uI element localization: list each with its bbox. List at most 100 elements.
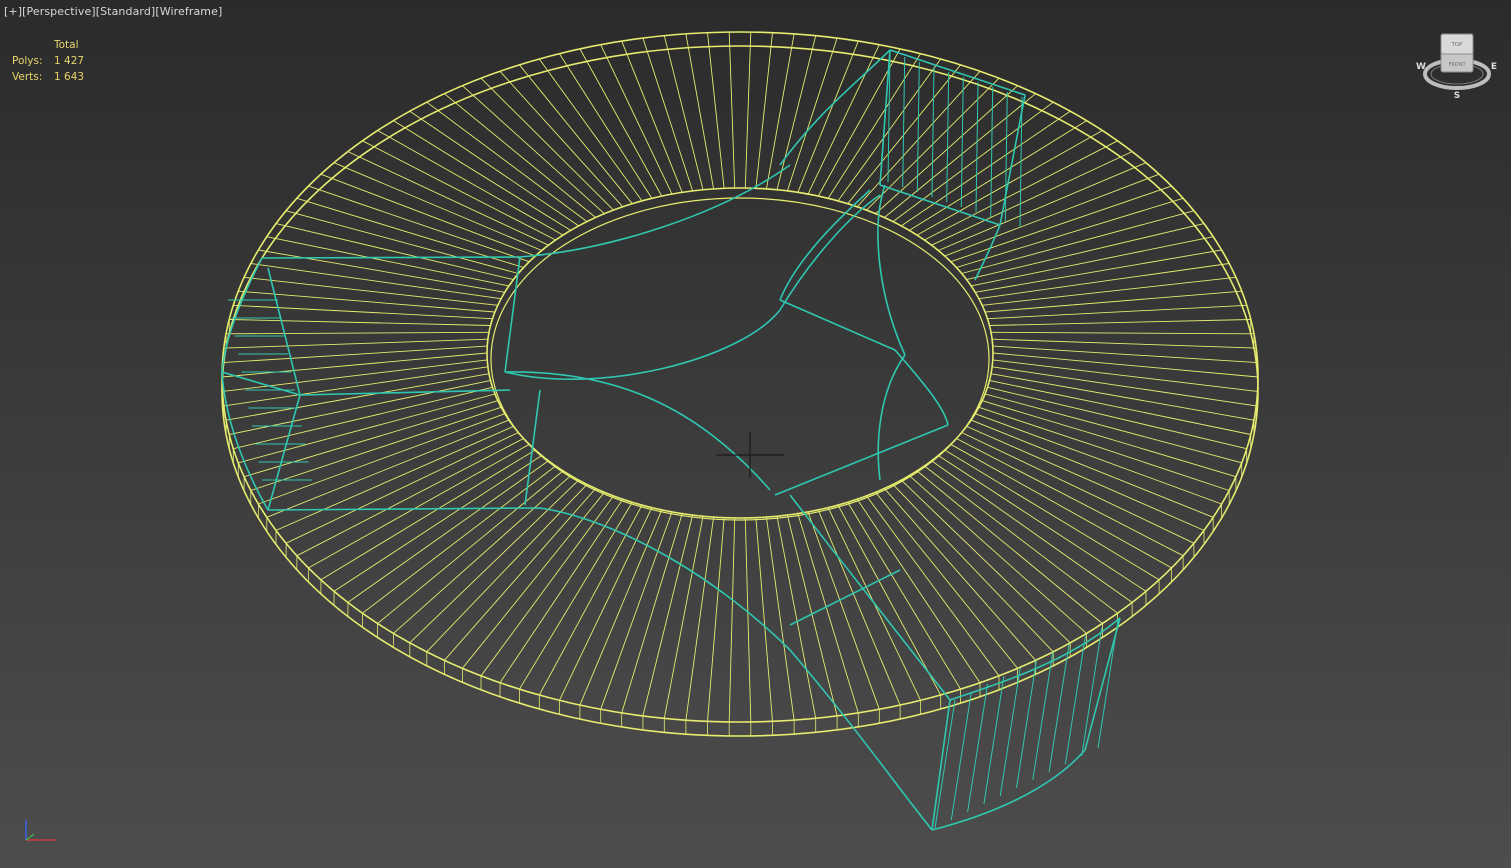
ring-segment-edge — [685, 33, 715, 189]
bench-edge — [889, 49, 1026, 96]
ring-segment-edge — [409, 479, 580, 644]
ring-segment-edge — [765, 517, 795, 721]
ring-segment-edge — [978, 263, 1230, 300]
axis-tripod-icon — [25, 820, 56, 841]
ring-segment-edge — [538, 58, 643, 202]
ring-wireframe[interactable] — [221, 31, 1259, 737]
ring-segment-edge — [956, 438, 1184, 557]
ring-segment-edge — [992, 345, 1258, 364]
bench-front-panel-edge — [1064, 635, 1086, 765]
ring-segment-edge — [744, 517, 752, 722]
ring-segment-edge — [978, 406, 1230, 491]
ring-segment-edge — [621, 513, 683, 714]
ring-segment-edge — [480, 495, 614, 677]
bench-back-panel-edge — [916, 61, 920, 193]
ring-segment-edge — [797, 40, 859, 193]
ring-segment-edge — [982, 400, 1237, 478]
bench-wireframe[interactable] — [221, 49, 1121, 831]
ring-segment-edge — [275, 425, 514, 531]
ring-segment-edge — [250, 263, 502, 300]
bench-edge — [789, 569, 901, 626]
ring-segment-edge — [519, 64, 633, 204]
bench-edge — [931, 749, 1086, 831]
bench-edge — [894, 349, 949, 426]
bench-front-panel-edge — [1081, 627, 1103, 757]
ring-segment-edge — [924, 465, 1118, 614]
ring-outer-top-edge — [221, 31, 1259, 723]
viewcube[interactable]: TOP FRONT W E S — [1414, 30, 1500, 102]
bench-edge — [774, 424, 949, 496]
ring-segment-edge — [663, 35, 704, 190]
ring-segment-edge — [243, 400, 498, 478]
bench-front-panel-edge — [934, 699, 956, 829]
bench-back-panel-edge — [902, 56, 906, 188]
bench-edge — [779, 49, 891, 166]
ring-segment-edge — [226, 373, 490, 421]
ring-segment-edge — [892, 484, 1054, 653]
ring-segment-edge — [916, 470, 1103, 624]
ring-segment-edge — [480, 77, 614, 211]
ring-segment-edge — [990, 373, 1254, 421]
compass-south[interactable]: S — [1454, 91, 1460, 101]
ring-segment-edge — [600, 511, 673, 710]
ring-segment-edge — [990, 331, 1254, 335]
compass-east[interactable]: E — [1491, 62, 1497, 72]
bench-front-panel-edge — [950, 691, 972, 821]
ring-segment-edge — [538, 504, 643, 696]
ring-inner-top-edge — [486, 187, 994, 519]
ring-segment-edge — [333, 162, 542, 251]
ring-segment-edge — [982, 276, 1236, 306]
ring-segment-edge — [333, 455, 542, 592]
ring-segment-edge — [663, 516, 704, 719]
ring-segment-edge — [961, 432, 1195, 544]
bench-edge — [504, 256, 521, 373]
ring-segment-edge — [938, 455, 1147, 592]
bench-back-panel-edge — [1004, 91, 1008, 223]
crosshair-cursor-icon — [716, 432, 784, 478]
ring-segment-edge — [642, 514, 694, 717]
ring-segment-edge — [499, 70, 624, 208]
ring-segment-edge — [744, 32, 752, 189]
viewport-canvas[interactable] — [0, 0, 1511, 868]
ring-segment-edge — [462, 85, 605, 215]
bench-edge — [504, 309, 781, 381]
bench-edge — [519, 164, 791, 258]
ring-segment-edge — [347, 460, 549, 603]
ring-segment-edge — [931, 460, 1133, 603]
bench-edge — [879, 184, 1001, 226]
bench-edge — [789, 494, 951, 701]
ring-segment-edge — [975, 249, 1222, 293]
bench-front-panel-edge — [999, 667, 1021, 797]
ring-segment-edge — [776, 35, 817, 190]
ring-segment-edge — [900, 479, 1071, 644]
bench-back-panel-edge — [960, 76, 964, 208]
compass-west[interactable]: W — [1416, 62, 1426, 72]
ring-segment-edge — [909, 475, 1087, 634]
ring-segment-edge — [244, 276, 498, 306]
bench-back-panel-edge — [946, 71, 950, 203]
bench-edge — [931, 699, 951, 831]
ring-segment-edge — [600, 44, 673, 195]
ring-segment-edge — [970, 419, 1214, 518]
ring-segment-edge — [229, 319, 491, 326]
ring-segment-edge — [558, 507, 653, 701]
ring-segment-edge — [559, 53, 653, 199]
ring-segment-edge — [707, 517, 725, 722]
ring-segment-edge — [847, 502, 961, 690]
ring-segment-edge — [827, 53, 921, 199]
ring-segment-edge — [296, 438, 524, 557]
bench-edge — [267, 267, 301, 396]
ring-segment-edge — [223, 338, 488, 349]
ring-segment-edge — [728, 517, 736, 722]
ring-segment-edge — [579, 509, 663, 706]
ring-segment-edge — [950, 443, 1172, 569]
bench-edge — [299, 389, 511, 396]
ring-segment-edge — [250, 406, 502, 491]
bench-front-panel-edge — [967, 683, 989, 813]
viewcube-top-face[interactable]: TOP — [1450, 42, 1463, 48]
ring-segment-edge — [285, 432, 519, 544]
ring-segment-edge — [987, 304, 1247, 320]
viewcube-front-face[interactable]: FRONT — [1448, 62, 1466, 68]
ring-segment-edge — [875, 492, 1018, 669]
bench-edge — [779, 299, 896, 351]
